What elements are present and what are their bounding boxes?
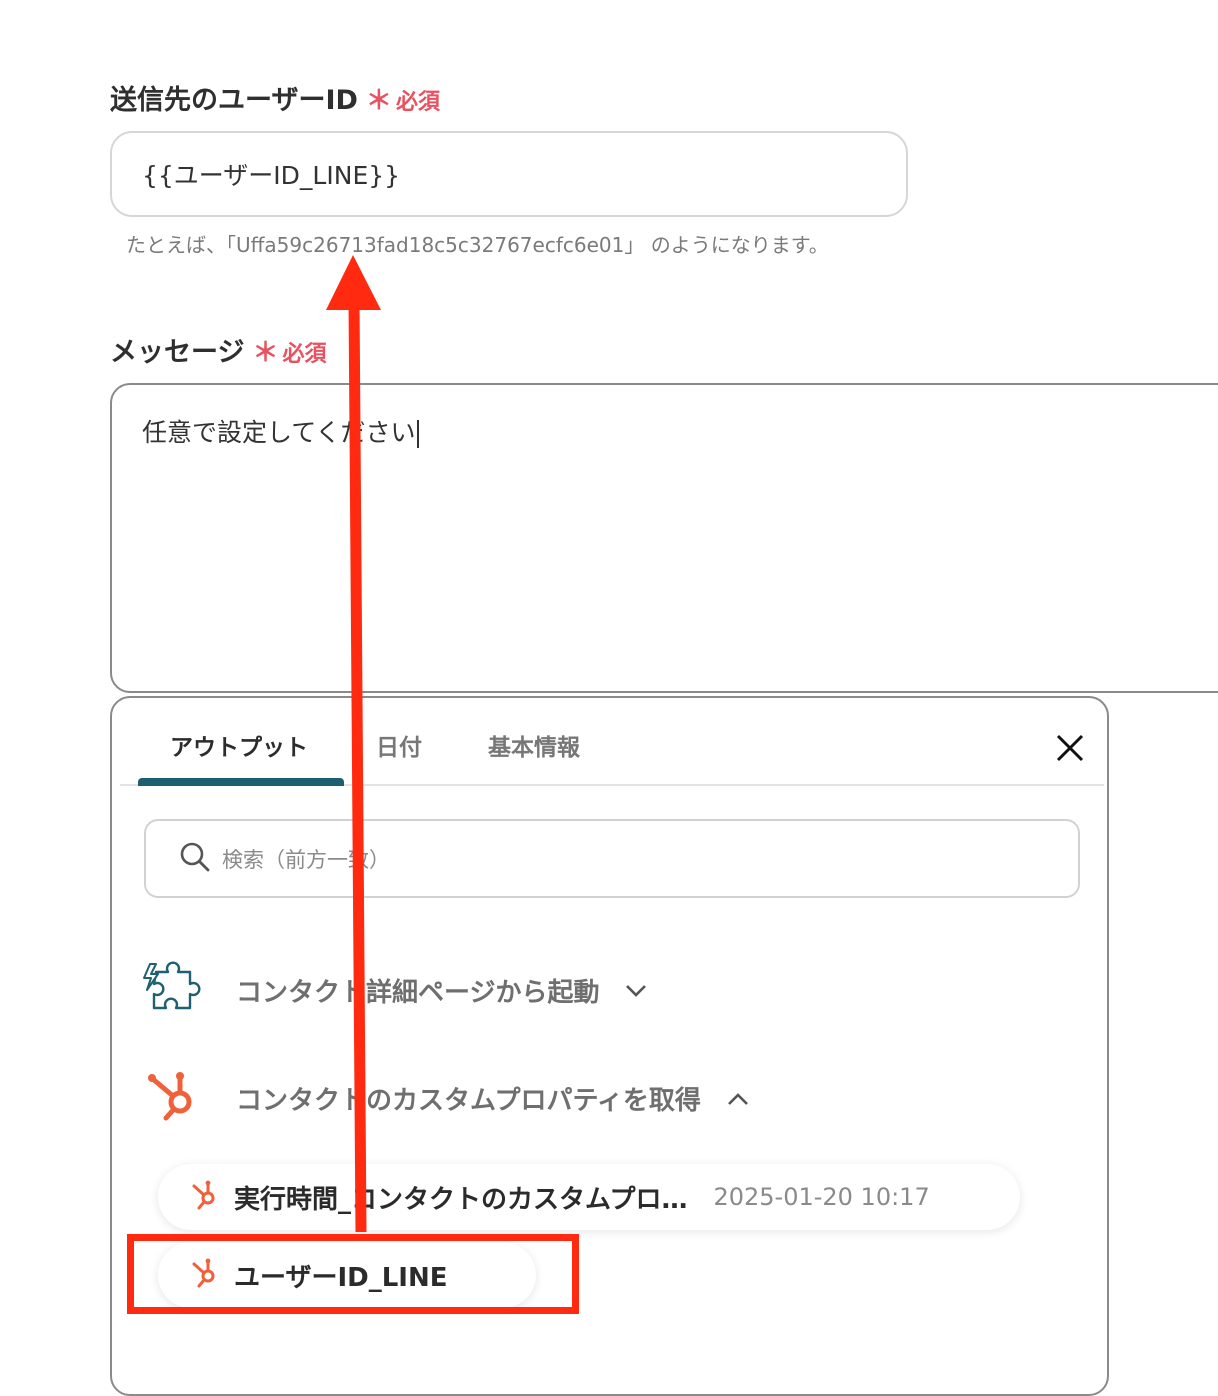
- message-textarea-value: 任意で設定してください: [142, 418, 416, 447]
- user-id-hint: たとえば、「Uffa59c26713fad18c5c32767ecfc6e01」…: [126, 233, 829, 257]
- group-contact-detail-trigger[interactable]: コンタクト詳細ページから起動: [142, 960, 647, 1020]
- group-label: コンタクト詳細ページから起動: [236, 977, 600, 1008]
- required-mark: ＊: [252, 338, 279, 368]
- group-hubspot-custom-props[interactable]: コンタクトのカスタムプロパティを取得: [142, 1068, 749, 1128]
- tab-basic-info[interactable]: 基本情報: [488, 728, 580, 762]
- text-caret: [416, 420, 419, 448]
- required-text: 必須: [282, 342, 327, 367]
- chevron-down-icon[interactable]: [625, 983, 647, 997]
- output-item-user-id-line[interactable]: ユーザーID_LINE: [158, 1242, 536, 1308]
- message-label: メッセージ ＊ 必須: [110, 330, 327, 369]
- output-picker-panel: アウトプット 日付 基本情報 検索（前方一致） コンタクト詳細ページから起動 コ…: [110, 696, 1109, 1396]
- output-item-name: ユーザーID_LINE: [234, 1262, 448, 1293]
- puzzle-bolt-icon: [142, 960, 206, 1020]
- search-placeholder: 検索（前方一致）: [222, 847, 390, 872]
- user-id-input-value: {{ユーザーID_LINE}}: [142, 161, 401, 190]
- output-item-name: 実行時間_コンタクトのカスタムプロ…: [234, 1184, 688, 1215]
- search-input[interactable]: 検索（前方一致）: [144, 819, 1080, 898]
- search-icon: [178, 840, 212, 878]
- chevron-up-icon[interactable]: [727, 1091, 749, 1105]
- required-mark: ＊: [365, 86, 392, 116]
- hubspot-icon: [142, 1068, 206, 1128]
- user-id-label: 送信先のユーザーID ＊ 必須: [110, 78, 440, 117]
- message-label-text: メッセージ: [110, 337, 245, 368]
- output-item-value: 2025-01-20 10:17: [713, 1183, 930, 1211]
- hubspot-icon: [188, 1257, 220, 1293]
- close-icon[interactable]: [1050, 728, 1090, 768]
- output-item-exec-time[interactable]: 実行時間_コンタクトのカスタムプロ… 2025-01-20 10:17: [158, 1164, 1020, 1230]
- user-id-input[interactable]: {{ユーザーID_LINE}}: [110, 131, 908, 217]
- user-id-label-text: 送信先のユーザーID: [110, 85, 358, 116]
- message-textarea[interactable]: 任意で設定してください: [110, 383, 1218, 693]
- tab-date[interactable]: 日付: [376, 728, 422, 762]
- group-label: コンタクトのカスタムプロパティを取得: [236, 1085, 701, 1116]
- panel-tabs: アウトプット 日付 基本情報: [120, 698, 1104, 786]
- required-text: 必須: [395, 90, 440, 115]
- tab-active-underline: [138, 778, 344, 786]
- hubspot-icon: [188, 1179, 220, 1215]
- tab-output[interactable]: アウトプット: [170, 728, 308, 762]
